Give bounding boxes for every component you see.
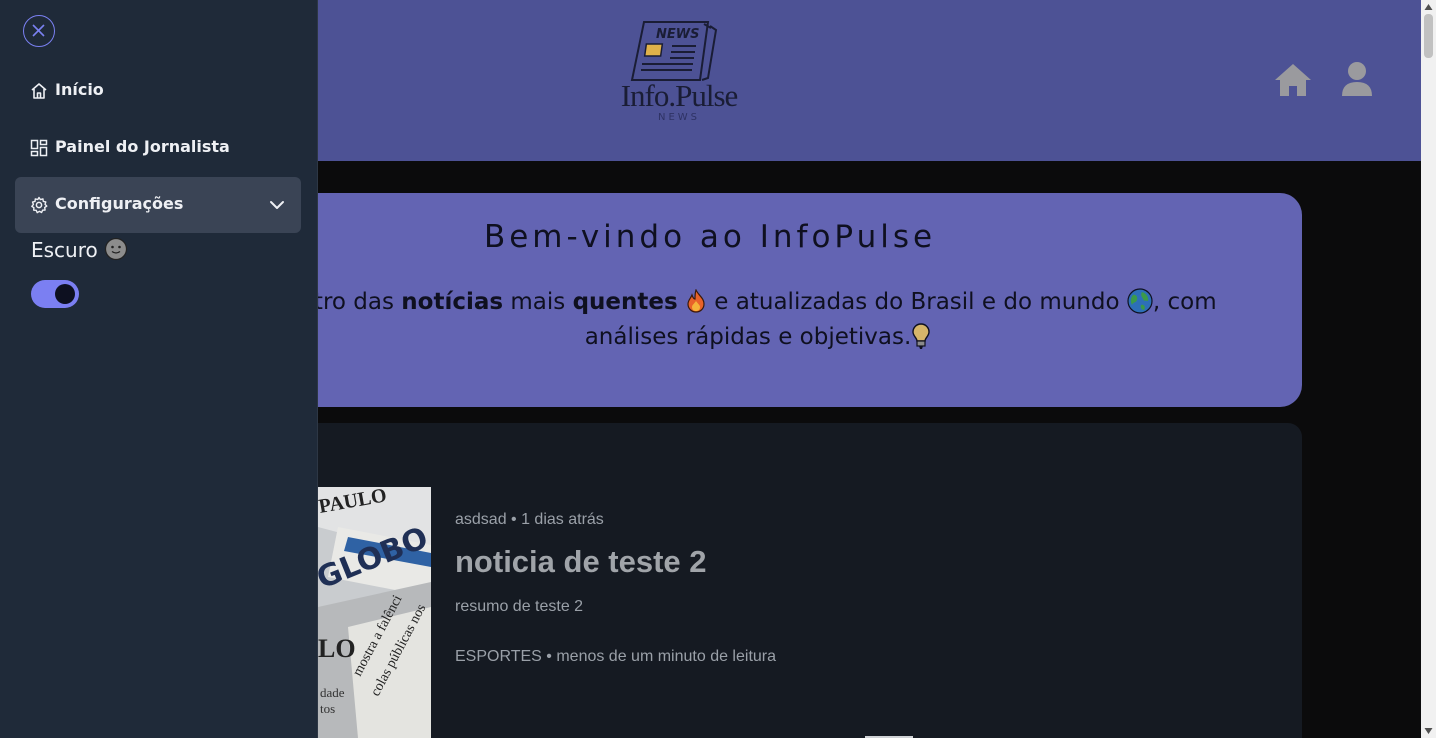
theme-label: Escuro (31, 238, 98, 262)
news-meta: asdsad • 1 dias atrás (455, 511, 604, 528)
lightbulb-icon (912, 323, 930, 349)
welcome-text: ntro das notícias mais quentes e atualiz… (258, 285, 1258, 355)
sidebar-item-configuracoes[interactable]: Configurações (15, 177, 301, 233)
dark-mode-toggle[interactable] (31, 280, 79, 308)
sidebar-item-label: Painel do Jornalista (55, 137, 230, 156)
close-sidebar-button[interactable] (23, 15, 55, 47)
welcome-text-bold: quentes (572, 289, 678, 315)
welcome-text-line2: análises rápidas e objetivas. (584, 324, 912, 350)
scroll-down-icon[interactable] (1424, 727, 1433, 735)
scroll-up-icon[interactable] (1424, 3, 1433, 11)
welcome-text-bold: notícias (401, 289, 504, 315)
gear-icon (31, 196, 48, 214)
chevron-down-icon[interactable] (268, 196, 286, 214)
sidebar-item-label: Configurações (55, 194, 184, 213)
logo-subtitle: NEWS (657, 112, 701, 123)
home-icon (31, 83, 47, 99)
moon-face-icon (104, 237, 128, 261)
sidebar-item-label: Início (55, 80, 104, 99)
page: NEWS Info.Pulse NEWS Bem-vindo ao InfoPu… (0, 0, 1421, 738)
logo-badge: NEWS (656, 27, 699, 42)
news-category-readtime: ESPORTES • menos de um minuto de leitura (455, 648, 777, 665)
home-icon[interactable] (1273, 60, 1313, 100)
scrollbar-thumb[interactable] (1424, 14, 1433, 58)
sidebar-item-painel-jornalista[interactable]: Painel do Jornalista (15, 120, 301, 176)
sidebar-item-inicio[interactable]: Início (15, 63, 301, 119)
dashboard-icon (30, 139, 48, 157)
page-scrollbar[interactable] (1421, 0, 1436, 738)
welcome-text-part: e atualizadas do Brasil e do mundo (707, 289, 1127, 315)
fire-icon (687, 288, 705, 313)
news-thumbnail[interactable]: PAULO GLOBO LO mostra a falênci colas pú… (318, 487, 431, 738)
svg-text:LO: LO (318, 634, 356, 663)
logo-text: Info.Pulse (620, 78, 739, 113)
news-title[interactable]: noticia de teste 2 (455, 544, 707, 580)
welcome-text-part: mais (503, 289, 573, 315)
user-icon[interactable] (1337, 60, 1377, 100)
sidebar: Início Painel do Jornalista Configuraçõe… (0, 0, 318, 738)
infopulse-logo[interactable]: NEWS Info.Pulse NEWS (612, 18, 746, 128)
toggle-knob (55, 284, 75, 304)
welcome-text-part: , com (1152, 289, 1217, 315)
svg-text:tos: tos (320, 701, 335, 716)
close-icon (32, 24, 45, 37)
news-summary: resumo de teste 2 (455, 598, 584, 615)
globe-icon (1127, 288, 1153, 314)
svg-text:dade: dade (320, 685, 345, 700)
